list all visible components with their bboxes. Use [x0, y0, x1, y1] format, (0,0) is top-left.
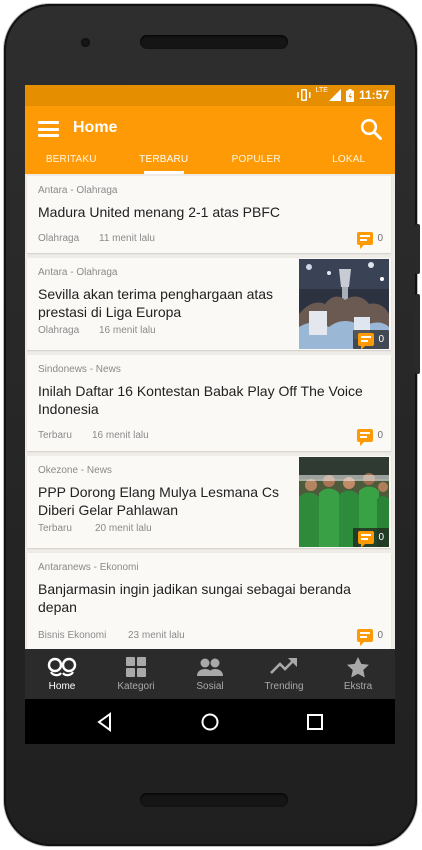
- news-card[interactable]: Antara - Olahraga Sevilla akan terima pe…: [27, 258, 391, 350]
- article-title: PPP Dorong Elang Mulya Lesmana Cs Diberi…: [38, 484, 279, 518]
- tab-populer[interactable]: POPULER: [210, 152, 303, 174]
- people-icon: [197, 658, 223, 676]
- article-category: Bisnis Ekonomi: [38, 630, 107, 641]
- grid-icon: [126, 657, 146, 677]
- tab-bar: BERITAKU TERBARU POPULER LOKAL: [25, 152, 395, 174]
- recents-icon[interactable]: [304, 711, 326, 733]
- search-icon[interactable]: [360, 118, 382, 140]
- tab-lokal[interactable]: LOKAL: [303, 152, 396, 174]
- nav-ekstra[interactable]: Ekstra: [321, 649, 395, 699]
- signal-icon: [328, 89, 341, 101]
- article-thumbnail[interactable]: 0: [299, 259, 389, 349]
- article-title: Banjarmasin ingin jadikan sungai sebagai…: [38, 581, 351, 615]
- nav-label: Ekstra: [343, 681, 373, 692]
- article-time: 23 menit lalu: [128, 630, 185, 641]
- bottom-speaker: [140, 793, 288, 807]
- comment-icon: [357, 232, 374, 249]
- battery-icon: [345, 88, 354, 102]
- article-title: Sevilla akan terima penghargaan atas pre…: [38, 286, 274, 320]
- star-icon: [347, 657, 369, 678]
- article-time: 16 menit lalu: [92, 430, 149, 441]
- status-bar: LTE 11:57: [25, 85, 395, 106]
- trending-up-icon: [270, 658, 297, 674]
- nav-kategori[interactable]: Kategori: [99, 649, 173, 699]
- article-source: Antaranews - Ekonomi: [38, 562, 139, 573]
- home-circle-icon[interactable]: [199, 711, 221, 733]
- comment-count[interactable]: 0: [357, 232, 383, 249]
- front-camera: [81, 38, 90, 47]
- glasses-icon: [47, 657, 77, 677]
- nav-sosial[interactable]: Sosial: [173, 649, 247, 699]
- news-card[interactable]: Antara - Olahraga Madura United menang 2…: [27, 176, 391, 253]
- status-time: 11:57: [358, 88, 389, 102]
- article-source: Antara - Olahraga: [38, 267, 118, 278]
- comment-icon: [357, 429, 374, 446]
- nav-trending[interactable]: Trending: [247, 649, 321, 699]
- article-category: Olahraga: [38, 325, 80, 336]
- article-thumbnail[interactable]: 0: [299, 457, 389, 547]
- article-title: Madura United menang 2-1 atas PBFC: [38, 204, 281, 220]
- page-title: Home: [73, 119, 118, 136]
- tab-beritaku[interactable]: BERITAKU: [25, 152, 118, 174]
- article-time: 20 menit lalu: [95, 523, 152, 534]
- tab-terbaru[interactable]: TERBARU: [118, 152, 211, 174]
- top-speaker: [140, 35, 288, 49]
- vibrate-icon: [296, 89, 311, 101]
- comment-count[interactable]: 0: [357, 629, 383, 646]
- article-title: Inilah Daftar 16 Kontestan Babak Play Of…: [38, 383, 363, 417]
- bottom-nav: Home Kategori Sosial Trending Ekstra: [25, 649, 395, 699]
- comment-icon: [358, 333, 375, 349]
- nav-home[interactable]: Home: [25, 649, 99, 699]
- comment-count[interactable]: 0: [357, 429, 383, 446]
- news-card[interactable]: Okezone - News PPP Dorong Elang Mulya Le…: [27, 456, 391, 548]
- article-category: Terbaru: [38, 430, 72, 441]
- nav-label: Kategori: [117, 681, 155, 692]
- article-time: 11 menit lalu: [99, 233, 155, 244]
- comment-count[interactable]: 0: [353, 528, 389, 547]
- screen: LTE 11:57 Home BERITAKU TERBARU POPULER …: [25, 85, 395, 744]
- app-bar: Home: [25, 106, 395, 152]
- article-category: Terbaru: [38, 523, 72, 534]
- article-source: Sindonews - News: [38, 364, 121, 375]
- comment-icon: [357, 629, 374, 646]
- nav-label: Sosial: [196, 681, 224, 692]
- menu-icon[interactable]: [38, 121, 59, 137]
- comment-icon: [358, 531, 375, 547]
- network-type: LTE: [315, 87, 328, 94]
- back-icon[interactable]: [94, 711, 116, 733]
- power-button[interactable]: [415, 224, 420, 274]
- article-time: 16 menit lalu: [99, 325, 156, 336]
- article-category: Olahraga: [38, 233, 80, 244]
- volume-button[interactable]: [415, 294, 420, 374]
- news-card[interactable]: Sindonews - News Inilah Daftar 16 Kontes…: [27, 355, 391, 451]
- news-card[interactable]: Antaranews - Ekonomi Banjarmasin ingin j…: [27, 553, 391, 649]
- article-source: Okezone - News: [38, 465, 112, 476]
- system-nav-bar: [25, 699, 395, 744]
- article-source: Antara - Olahraga: [38, 185, 118, 196]
- nav-label: Home: [48, 681, 76, 692]
- comment-count[interactable]: 0: [353, 330, 389, 349]
- nav-label: Trending: [264, 681, 304, 692]
